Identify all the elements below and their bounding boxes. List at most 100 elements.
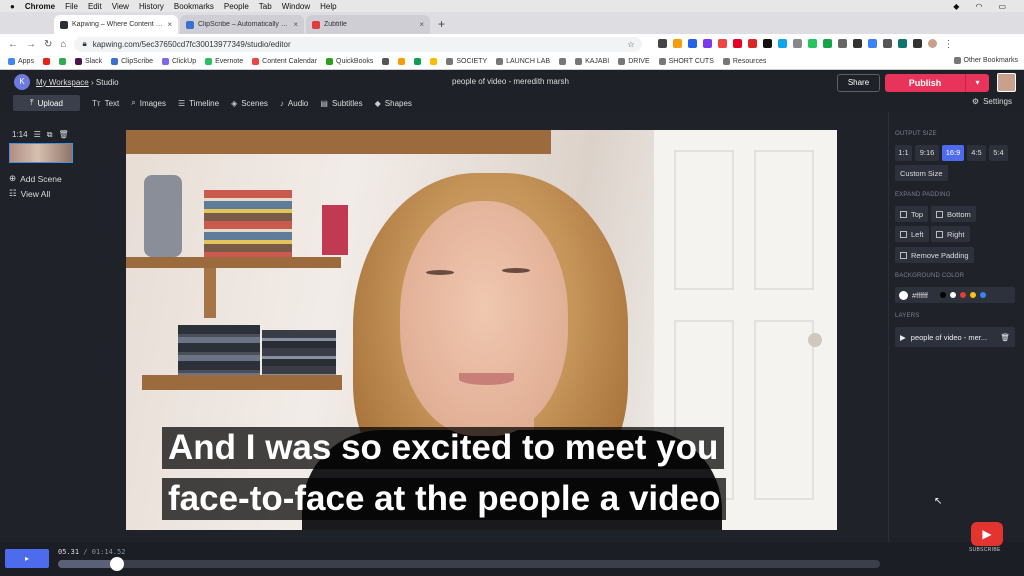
extension-icon[interactable] [658, 38, 668, 48]
bookmark-evernote[interactable]: Evernote [205, 58, 243, 65]
size-4-5-button[interactable]: 4:5 [967, 145, 986, 161]
extension-icon[interactable] [913, 38, 923, 48]
subtitle-line-2[interactable]: face-to-face at the people a video [162, 478, 727, 520]
padding-top-toggle[interactable]: Top [895, 206, 929, 222]
bookmark-apps[interactable]: Apps [8, 58, 34, 65]
bookmark-society[interactable]: SOCIETY [446, 58, 487, 65]
menu-edit[interactable]: Edit [88, 2, 102, 11]
color-swatch-white[interactable] [950, 292, 956, 298]
bookmark-clipscribe[interactable]: ClipScribe [111, 58, 153, 65]
reload-icon[interactable]: ↻ [44, 39, 52, 50]
kapwing-logo-icon[interactable]: K [14, 74, 30, 90]
dropbox-icon[interactable]: ◆ [953, 2, 959, 11]
bookmark-item[interactable] [382, 58, 390, 65]
extension-icon[interactable] [838, 38, 848, 48]
audio-tool-button[interactable]: ♪ Audio [280, 99, 308, 108]
current-color-swatch[interactable] [899, 290, 908, 300]
extension-icon[interactable] [778, 38, 788, 48]
new-tab-button[interactable]: + [438, 17, 445, 31]
custom-size-button[interactable]: Custom Size [895, 165, 948, 181]
layer-item[interactable]: ▶ people of video - mer... 🗑︎ [895, 327, 1015, 347]
profile-avatar[interactable] [928, 38, 938, 48]
extension-icon[interactable] [883, 38, 893, 48]
extension-icon[interactable] [703, 38, 713, 48]
close-tab-icon[interactable]: × [293, 20, 298, 29]
add-scene-button[interactable]: ⊕ Add Scene [9, 173, 62, 184]
bookmark-kajabi[interactable]: KAJABI [575, 58, 609, 65]
more-menu-icon[interactable]: ⋮ [943, 39, 953, 50]
color-swatch-blue[interactable] [980, 292, 986, 298]
youtube-subscribe-icon[interactable]: ▶ [971, 522, 1003, 546]
share-button[interactable]: Share [837, 74, 880, 92]
duplicate-icon[interactable]: ⧉ [47, 130, 53, 140]
tab-clipscribe[interactable]: ClipScribe – Automatically crea × [180, 15, 304, 34]
apple-icon[interactable]: ● [10, 2, 15, 11]
address-bar[interactable]: 🔒︎ kapwing.com/5ec37650cd7fc30013977349/… [74, 36, 643, 52]
tab-kapwing[interactable]: Kapwing – Where Content Crea × [54, 15, 178, 34]
subtitle-line-1[interactable]: And I was so excited to meet you [162, 427, 725, 469]
home-icon[interactable]: ⌂ [60, 39, 66, 50]
extension-icon[interactable] [718, 38, 728, 48]
tab-zubtitle[interactable]: Zubtitle × [306, 15, 430, 34]
menu-tab[interactable]: Tab [259, 2, 272, 11]
size-16-9-button[interactable]: 16:9 [942, 145, 964, 161]
bookmark-item[interactable] [414, 58, 422, 65]
scenes-tool-button[interactable]: ◈ Scenes [231, 99, 268, 108]
bookmark-item[interactable] [58, 58, 66, 65]
wifi-icon[interactable]: ◠ [975, 2, 982, 11]
background-color-picker[interactable]: #ffffff [895, 287, 1015, 303]
remove-padding-button[interactable]: Remove Padding [895, 247, 974, 263]
size-1-1-button[interactable]: 1:1 [895, 145, 912, 161]
bookmark-slack[interactable]: Slack [74, 58, 102, 65]
video-canvas[interactable]: And I was so excited to meet you face-to… [126, 130, 837, 530]
settings-button[interactable]: ⚙ Settings [972, 97, 1012, 106]
size-5-4-button[interactable]: 5:4 [989, 145, 1008, 161]
subtitles-tool-button[interactable]: ▤ Subtitles [320, 99, 362, 108]
color-hex[interactable]: #ffffff [912, 291, 928, 300]
extension-icon[interactable] [853, 38, 863, 48]
bookmark-star-icon[interactable]: ☆ [627, 40, 634, 49]
bookmark-drive[interactable]: DRIVE [618, 58, 650, 65]
extension-icon[interactable] [823, 38, 833, 48]
menu-chrome[interactable]: Chrome [25, 2, 55, 11]
menu-people[interactable]: People [224, 2, 249, 11]
extension-icon[interactable] [688, 38, 698, 48]
bookmark-item[interactable] [398, 58, 406, 65]
bookmark-youtube[interactable] [42, 58, 50, 65]
color-swatch-black[interactable] [940, 292, 946, 298]
close-tab-icon[interactable]: × [167, 20, 172, 29]
color-swatch-yellow[interactable] [970, 292, 976, 298]
play-icon[interactable]: ▶ [900, 333, 906, 342]
play-button[interactable]: ▸ [5, 549, 49, 568]
scene-thumbnail[interactable] [9, 143, 73, 163]
battery-icon[interactable]: ▭ [998, 2, 1006, 11]
trash-icon[interactable]: 🗑︎ [58, 130, 68, 140]
project-title[interactable]: people of video - meredith marsh [452, 77, 569, 86]
menu-file[interactable]: File [65, 2, 78, 11]
avatar[interactable] [997, 73, 1016, 92]
menu-view[interactable]: View [112, 2, 129, 11]
timeline-scrubber[interactable] [58, 557, 880, 571]
view-all-button[interactable]: ☷ View All [9, 188, 50, 199]
extension-icon[interactable] [748, 38, 758, 48]
menu-help[interactable]: Help [320, 2, 336, 11]
publish-button[interactable]: Publish [885, 74, 965, 92]
pinterest-icon[interactable] [733, 38, 743, 48]
bookmark-content-calendar[interactable]: Content Calendar [252, 58, 317, 65]
padding-bottom-toggle[interactable]: Bottom [931, 206, 976, 222]
bookmark-launch-lab[interactable]: LAUNCH LAB [496, 58, 550, 65]
text-tool-button[interactable]: Tт Text [92, 99, 119, 108]
extension-icon[interactable] [868, 38, 878, 48]
extension-icon[interactable] [808, 38, 818, 48]
shapes-tool-button[interactable]: ◆ Shapes [375, 99, 412, 108]
size-9-16-button[interactable]: 9:16 [915, 145, 939, 161]
bookmark-short-cuts[interactable]: SHORT CUTS [658, 58, 714, 65]
timeline-tool-button[interactable]: ☰ Timeline [178, 99, 219, 108]
extension-icon[interactable] [673, 38, 683, 48]
menu-window[interactable]: Window [282, 2, 310, 11]
padding-right-toggle[interactable]: Right [931, 226, 970, 242]
padding-left-toggle[interactable]: Left [895, 226, 929, 242]
bookmark-item[interactable] [430, 58, 438, 65]
publish-dropdown-button[interactable]: ▾ [965, 74, 989, 92]
bookmark-quickbooks[interactable]: QuickBooks [326, 58, 373, 65]
